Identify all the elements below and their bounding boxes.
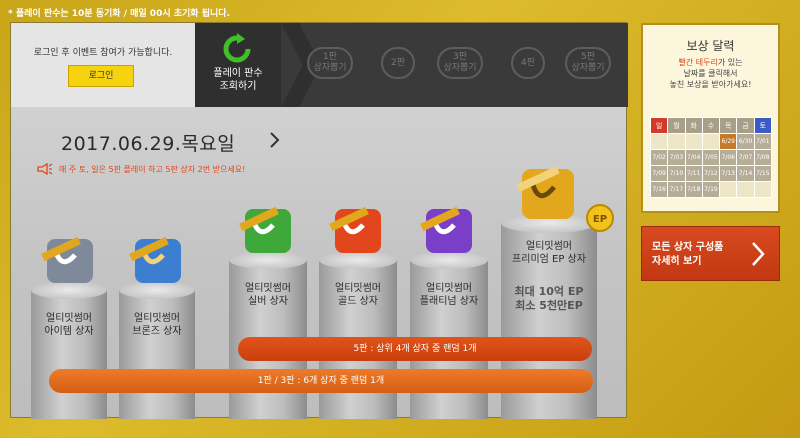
pedestal-bronze	[119, 290, 195, 419]
calendar-day[interactable]: 7/04	[684, 149, 703, 166]
silver-box-label: 얼티밋썸머 실버 상자	[245, 283, 291, 307]
silver-box-icon	[239, 206, 291, 253]
calendar-day[interactable]: 6/30	[736, 133, 755, 150]
ep-coin-icon: EP	[586, 204, 614, 232]
event-date: 2017.06.29.목요일	[61, 133, 236, 155]
platinum-box-icon	[420, 206, 472, 253]
calendar-empty-cell	[753, 181, 773, 198]
gold-box-icon	[329, 206, 381, 253]
login-button[interactable]: 로그인	[68, 65, 134, 87]
calendar-day[interactable]: 7/07	[736, 149, 755, 166]
refresh-play-count-button[interactable]: 플레이 판수 조회하기	[195, 23, 281, 107]
refresh-arrow-icon	[223, 33, 251, 63]
bronze-box-icon	[129, 236, 181, 283]
five-play-reward-bar: 5판 : 상위 4개 상자 중 랜덤 1개	[238, 337, 592, 361]
calendar-week: 6/29 6/30 7/01	[649, 133, 773, 150]
desc-line1: 가 있는	[717, 58, 743, 67]
platinum-box-label: 얼티밋썸머 플래티넘 상자	[419, 283, 479, 307]
all-box-contents-button[interactable]: 모든 상자 구성품 자세히 보기	[641, 226, 780, 281]
reward-calendar-panel: 보상 달력 빨간 테두리가 있는 날짜를 클릭해서 놓친 보상을 받아가세요! …	[641, 23, 780, 213]
calendar-day[interactable]: 7/01	[753, 133, 773, 150]
calendar-week: 7/09 7/10 7/11 7/12 7/13 7/14 7/15	[649, 165, 773, 182]
weekday-fri: 금	[736, 117, 755, 134]
login-section: 로그인 후 이벤트 참여가 가능합니다. 로그인	[11, 23, 195, 107]
weekday-thu: 목	[719, 117, 738, 134]
calendar-day[interactable]: 7/02	[649, 149, 669, 166]
calendar-day[interactable]: 7/08	[753, 149, 773, 166]
next-date-arrow-icon[interactable]	[269, 131, 281, 149]
calendar-empty-cell	[719, 181, 738, 198]
step-1-box-draw: 1판 상자뽑기	[307, 47, 353, 79]
calendar-empty-cell	[701, 133, 721, 150]
calendar-day[interactable]: 7/11	[684, 165, 703, 182]
item-box-label: 얼티밋썸머 아이템 상자	[44, 313, 94, 337]
step-4: 4판	[511, 47, 545, 79]
weekend-promo: 매 주 토, 일은 5판 플레이 하고 5판 상자 2번 받으세요!	[37, 163, 245, 175]
calendar-day[interactable]: 7/16	[649, 181, 669, 198]
calendar-day[interactable]: 7/17	[667, 181, 686, 198]
event-page: * 플레이 판수는 10분 동기화 / 매일 00시 초기화 됩니다. 로그인 …	[0, 0, 800, 438]
calendar-day[interactable]: 7/13	[719, 165, 738, 182]
calendar-empty-cell	[736, 181, 755, 198]
weekday-mon: 월	[667, 117, 686, 134]
chevron-right-icon	[752, 242, 765, 266]
one-three-play-reward-bar: 1판 / 3판 : 6개 상자 중 랜덤 1개	[49, 369, 593, 393]
calendar-day[interactable]: 7/19	[701, 181, 721, 198]
step-3-box-draw: 3판 상자뽑기	[437, 47, 483, 79]
svg-text:EP: EP	[593, 214, 607, 225]
calendar-day[interactable]: 7/03	[667, 149, 686, 166]
weekday-sun: 일	[649, 117, 669, 134]
reward-calendar-description: 빨간 테두리가 있는 날짜를 클릭해서 놓친 보상을 받아가세요!	[643, 57, 778, 90]
all-box-contents-label: 모든 상자 구성품 자세히 보기	[652, 242, 724, 267]
login-message: 로그인 후 이벤트 참여가 가능합니다.	[33, 48, 173, 58]
weekday-tue: 화	[684, 117, 703, 134]
sync-notice: * 플레이 판수는 10분 동기화 / 매일 00시 초기화 됩니다.	[8, 9, 230, 19]
calendar-empty-cell	[684, 133, 703, 150]
calendar-day[interactable]: 7/14	[736, 165, 755, 182]
calendar-week: 7/02 7/03 7/04 7/05 7/06 7/07 7/08	[649, 149, 773, 166]
pedestal-item	[31, 290, 107, 419]
bronze-box-label: 얼티밋썸머 브론즈 상자	[132, 313, 182, 337]
calendar-day[interactable]: 7/18	[684, 181, 703, 198]
megaphone-icon	[37, 163, 53, 175]
step-2: 2판	[381, 47, 415, 79]
red-border-text: 빨간 테두리	[678, 58, 718, 67]
item-box-icon	[41, 236, 93, 283]
calendar-empty-cell	[649, 133, 669, 150]
calendar-day[interactable]: 7/15	[753, 165, 773, 182]
desc-line3: 놓친 보상을 받아가세요!	[669, 80, 752, 89]
promo-text: 매 주 토, 일은 5판 플레이 하고 5판 상자 2번 받으세요!	[59, 164, 246, 174]
calendar-day[interactable]: 7/12	[701, 165, 721, 182]
refresh-label: 플레이 판수 조회하기	[213, 68, 263, 92]
weekday-sat: 토	[753, 117, 773, 134]
step-5-box-draw: 5판 상자뽑기	[565, 47, 611, 79]
weekday-wed: 수	[701, 117, 721, 134]
event-panel: 로그인 후 이벤트 참여가 가능합니다. 로그인 플레이 판수 조회하기 1판 …	[10, 22, 628, 419]
calendar-empty-cell	[667, 133, 686, 150]
calendar-day[interactable]: 6/29	[719, 133, 738, 150]
premium-box-label: 얼티밋썸머 프리미엄 EP 상자	[512, 241, 586, 265]
calendar-day[interactable]: 7/06	[719, 149, 738, 166]
premium-prize-text: 최대 10억 EP 최소 5천만EP	[514, 285, 584, 312]
calendar-day[interactable]: 7/05	[701, 149, 721, 166]
gold-box-label: 얼티밋썸머 골드 상자	[335, 283, 381, 307]
calendar-day[interactable]: 7/10	[667, 165, 686, 182]
progress-bar: 로그인 후 이벤트 참여가 가능합니다. 로그인 플레이 판수 조회하기 1판 …	[11, 23, 628, 107]
premium-ep-box-icon	[516, 166, 574, 219]
calendar-week: 7/16 7/17 7/18 7/19	[649, 181, 773, 198]
calendar-day[interactable]: 7/09	[649, 165, 669, 182]
reward-calendar: 일 월 화 수 목 금 토 6/29 6/30 7/01 7/02 7/03 7	[649, 117, 773, 198]
desc-line2: 날짜를 클릭해서	[683, 69, 738, 78]
reward-calendar-title: 보상 달력	[686, 39, 735, 53]
weekday-header: 일 월 화 수 목 금 토	[649, 117, 773, 134]
